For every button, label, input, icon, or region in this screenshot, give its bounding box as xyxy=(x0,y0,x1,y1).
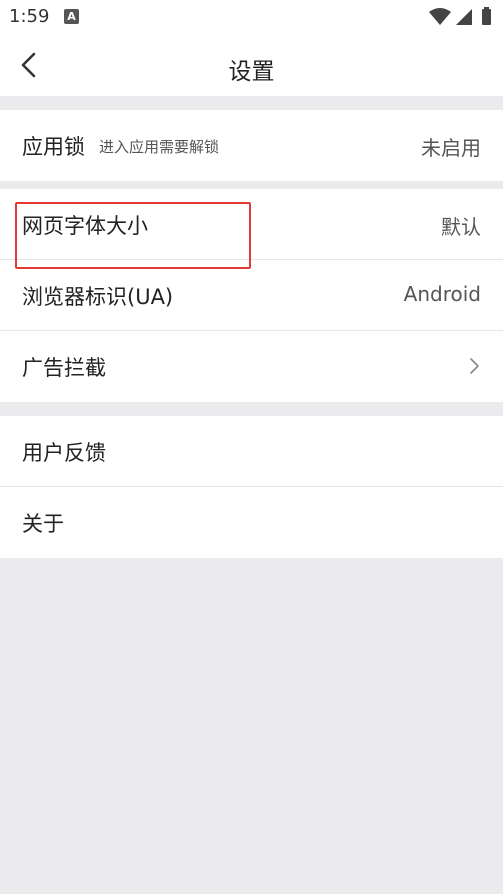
settings-group-misc: 用户反馈 关于 xyxy=(0,416,503,558)
setting-value: 未启用 xyxy=(421,136,481,160)
setting-label: 广告拦截 xyxy=(22,356,106,380)
setting-row-feedback[interactable]: 用户反馈 xyxy=(0,416,503,487)
battery-icon xyxy=(482,9,491,25)
settings-group-app-lock: 应用锁 进入应用需要解锁 未启用 xyxy=(0,110,503,181)
setting-value: Android xyxy=(403,282,481,306)
setting-row-about[interactable]: 关于 xyxy=(0,487,503,558)
status-bar: 1:59 A xyxy=(0,0,503,34)
wifi-icon xyxy=(429,8,451,25)
setting-row-app-lock[interactable]: 应用锁 进入应用需要解锁 未启用 xyxy=(0,110,503,181)
setting-value: 默认 xyxy=(441,215,481,239)
status-time: 1:59 xyxy=(9,6,50,27)
signal-icon xyxy=(456,9,472,25)
notification-a-icon: A xyxy=(64,9,79,24)
setting-label: 关于 xyxy=(22,512,64,536)
setting-label: 浏览器标识(UA) xyxy=(22,285,174,309)
setting-label: 应用锁 xyxy=(22,135,85,159)
app-header: 设置 xyxy=(0,34,503,96)
highlight-box xyxy=(15,202,251,269)
status-icons xyxy=(429,7,491,25)
chevron-right-icon xyxy=(470,358,479,374)
setting-label: 用户反馈 xyxy=(22,441,106,465)
page-title: 设置 xyxy=(228,59,275,85)
setting-row-ad-block[interactable]: 广告拦截 xyxy=(0,331,503,402)
setting-description: 进入应用需要解锁 xyxy=(99,138,220,156)
setting-row-user-agent[interactable]: 浏览器标识(UA) Android xyxy=(0,260,503,331)
